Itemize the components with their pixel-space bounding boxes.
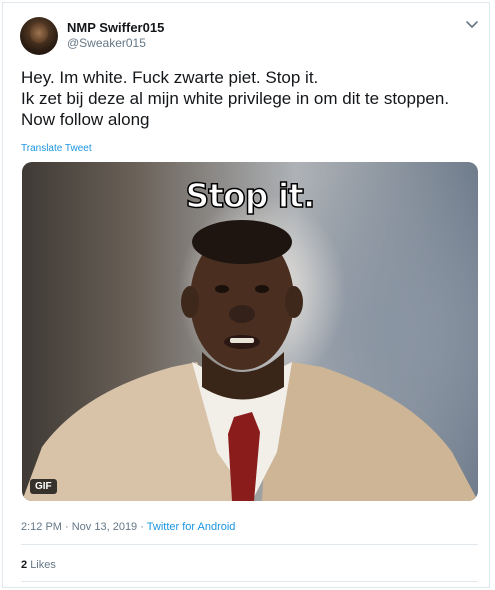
avatar[interactable] [20, 17, 58, 55]
likes-count: 2 [21, 559, 28, 571]
tweet-meta: 2:12 PM · Nov 13, 2019 · Twitter for And… [21, 521, 235, 533]
meta-separator: · [137, 521, 147, 533]
tweet-source-link[interactable]: Twitter for Android [147, 521, 236, 533]
author-handle[interactable]: @Sweaker015 [67, 36, 146, 50]
translate-tweet-link[interactable]: Translate Tweet [21, 143, 92, 154]
tweet-text: Hey. Im white. Fuck zwarte piet. Stop it… [21, 67, 481, 130]
divider [21, 544, 478, 545]
gif-caption: Stop it. [185, 175, 316, 216]
gif-media[interactable]: Stop it. GIF [22, 162, 478, 501]
divider [21, 581, 478, 582]
likes-label: Likes [30, 559, 56, 571]
tweet-text-line: Now follow along [21, 110, 150, 129]
likes-stat[interactable]: 2 Likes [21, 559, 56, 571]
tweet-card: NMP Swiffer015 @Sweaker015 Hey. Im white… [2, 2, 490, 588]
gif-badge: GIF [30, 479, 57, 494]
author-display-name[interactable]: NMP Swiffer015 [67, 20, 164, 35]
tweet-text-line: Hey. Im white. Fuck zwarte piet. Stop it… [21, 68, 319, 87]
tweet-text-line: Ik zet bij deze al mijn white privilege … [21, 89, 450, 108]
tweet-timestamp[interactable]: 2:12 PM · Nov 13, 2019 [21, 521, 137, 533]
chevron-down-icon[interactable] [465, 19, 479, 31]
